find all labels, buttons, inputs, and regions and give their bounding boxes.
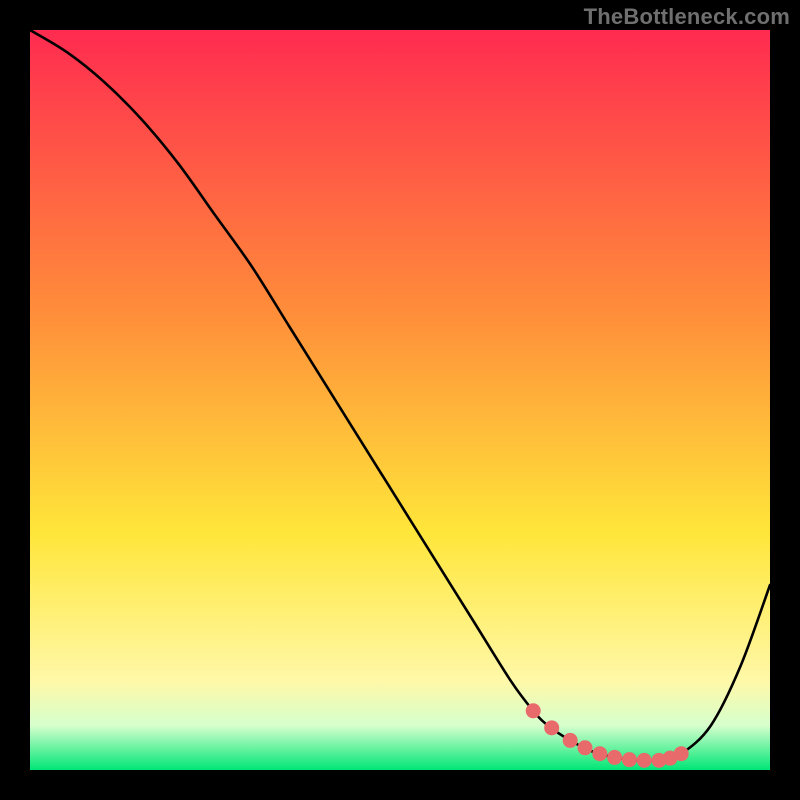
highlight-dot: [578, 740, 593, 755]
chart-container: { "watermark": "TheBottleneck.com", "col…: [0, 0, 800, 800]
plot-background: [30, 30, 770, 770]
watermark-text: TheBottleneck.com: [584, 4, 790, 30]
bottleneck-chart: [0, 0, 800, 800]
highlight-dot: [607, 750, 622, 765]
highlight-dot: [622, 752, 637, 767]
highlight-dot: [544, 720, 559, 735]
highlight-dot: [563, 733, 578, 748]
highlight-dot: [637, 753, 652, 768]
highlight-dot: [674, 746, 689, 761]
highlight-dot: [526, 703, 541, 718]
highlight-dot: [592, 746, 607, 761]
